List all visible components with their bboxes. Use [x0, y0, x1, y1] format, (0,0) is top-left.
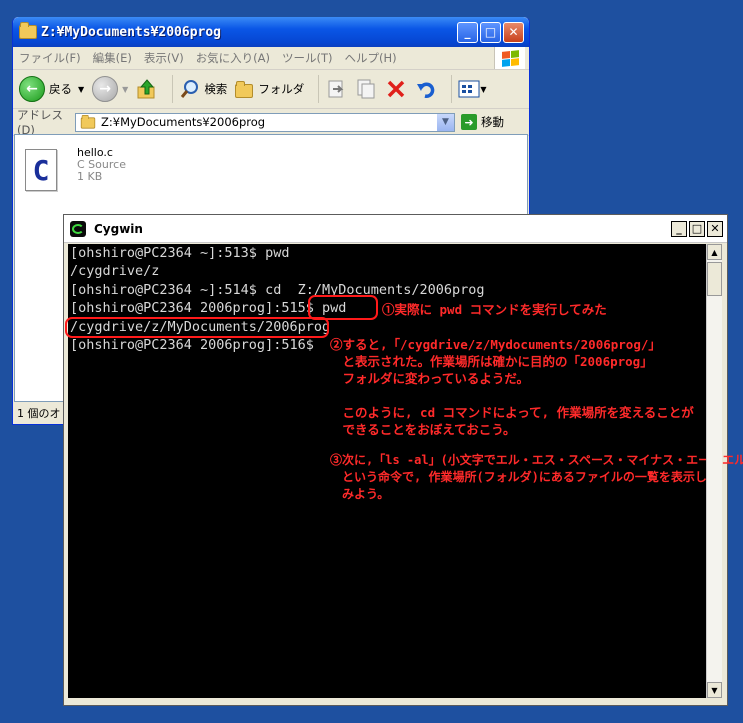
explorer-title: Z:¥MyDocuments¥2006prog: [41, 24, 222, 40]
undo-icon: [417, 82, 435, 98]
folder-icon: [19, 22, 37, 39]
search-label: 検索: [204, 82, 228, 96]
views-icon: [458, 80, 480, 98]
back-label: 戻る: [49, 82, 72, 96]
maximize-button[interactable]: □: [689, 220, 705, 237]
toolbar-separator: [318, 75, 320, 103]
cygwin-title: Cygwin: [94, 221, 143, 236]
folders-label: フォルダ: [258, 82, 305, 96]
up-folder-button[interactable]: [136, 78, 158, 100]
file-item[interactable]: C hello.c C Source 1 KB: [25, 147, 126, 191]
close-button[interactable]: ✕: [707, 220, 723, 237]
toolbar-separator: [172, 75, 174, 103]
search-icon: [181, 80, 199, 98]
scroll-up-icon[interactable]: ▲: [707, 244, 722, 260]
scroll-down-icon[interactable]: ▼: [707, 682, 722, 698]
delete-x-icon: [388, 80, 405, 98]
move-to-icon: [328, 80, 344, 98]
menu-help[interactable]: ヘルプ(H): [339, 50, 403, 66]
cygwin-titlebar[interactable]: Cygwin _ □ ✕: [64, 215, 727, 243]
cygwin-icon: [70, 220, 86, 237]
menu-file[interactable]: ファイル(F): [13, 50, 87, 66]
terminal-line: [ohshiro@PC2364 2006prog]:516$: [70, 337, 322, 353]
minimize-button[interactable]: _: [671, 220, 687, 237]
menu-view[interactable]: 表示(V): [138, 50, 190, 66]
move-to-button[interactable]: [325, 78, 347, 100]
terminal-output[interactable]: [ohshiro@PC2364 ~]:513$ pwd /cygdrive/z …: [65, 244, 743, 698]
up-folder-icon: [137, 79, 155, 99]
folders-button[interactable]: フォルダ: [235, 80, 304, 98]
go-label: 移動: [481, 115, 504, 129]
chevron-down-icon: ▼: [122, 84, 129, 94]
chevron-down-icon: ▼: [480, 84, 487, 94]
menu-edit[interactable]: 編集(E): [87, 50, 138, 66]
close-button[interactable]: ✕: [503, 21, 524, 43]
go-button[interactable]: ➜ 移動: [461, 114, 504, 130]
folder-icon: [235, 81, 254, 98]
file-size: 1 KB: [77, 170, 103, 183]
back-arrow-icon: ←: [19, 76, 45, 102]
annotation-2: ②すると,「/cygdrive/z/Mydocuments/2006prog/」…: [330, 337, 694, 437]
go-arrow-icon: ➜: [461, 114, 477, 130]
windows-logo-icon: [494, 47, 525, 69]
back-button[interactable]: ← 戻る ▼: [19, 76, 84, 102]
menu-bar: ファイル(F) 編集(E) 表示(V) お気に入り(A) ツール(T) ヘルプ(…: [13, 47, 529, 70]
forward-arrow-icon: →: [92, 76, 119, 102]
annotation-1: ①実際に pwd コマンドを実行してみた: [382, 302, 607, 317]
copy-to-button[interactable]: [355, 78, 377, 100]
maximize-button[interactable]: □: [480, 21, 501, 43]
menu-tools[interactable]: ツール(T): [276, 50, 339, 66]
path-highlight: [65, 317, 329, 338]
c-source-file-icon: C: [25, 149, 57, 191]
toolbar-separator: [451, 75, 453, 103]
forward-button[interactable]: → ▼: [92, 76, 128, 102]
toolbar: ← 戻る ▼ → ▼ 検索 フォルダ ▼: [13, 70, 529, 109]
menu-favorites[interactable]: お気に入り(A): [190, 50, 276, 66]
annotation-3: ③次に,「ls -al」(小文字でエル・エス・スペース・マイナス・エー・エル) …: [330, 453, 743, 501]
search-button[interactable]: 検索: [179, 78, 227, 100]
address-value: Z:¥MyDocuments¥2006prog: [101, 115, 266, 129]
terminal-scrollbar[interactable]: ▲ ▼: [706, 244, 722, 698]
views-button[interactable]: ▼: [458, 79, 486, 99]
chevron-down-icon: ▼: [78, 84, 85, 94]
folder-icon: [80, 115, 96, 129]
copy-to-icon: [357, 79, 375, 99]
address-input[interactable]: Z:¥MyDocuments¥2006prog ▼: [75, 112, 455, 132]
terminal-line: [ohshiro@PC2364 ~]:513$ pwd: [70, 245, 290, 261]
delete-button[interactable]: [385, 78, 407, 100]
explorer-titlebar[interactable]: Z:¥MyDocuments¥2006prog _ □ ✕: [13, 17, 529, 47]
minimize-button[interactable]: _: [457, 21, 478, 43]
address-label: アドレス(D): [17, 108, 63, 137]
terminal-line: [ohshiro@PC2364 2006prog]:515$ pwd: [70, 300, 347, 316]
status-text: 1 個のオ: [17, 407, 61, 420]
undo-button[interactable]: [415, 78, 437, 100]
terminal-line: /cygdrive/z: [70, 263, 160, 279]
chevron-down-icon[interactable]: ▼: [436, 113, 454, 131]
cygwin-window: Cygwin _ □ ✕ [ohshiro@PC2364 ~]:513$ pwd…: [63, 214, 743, 706]
address-bar: アドレス(D) Z:¥MyDocuments¥2006prog ▼ ➜ 移動: [13, 108, 529, 137]
scroll-thumb[interactable]: [707, 262, 722, 296]
terminal-line: [ohshiro@PC2364 ~]:514$ cd Z:/MyDocument…: [70, 282, 485, 298]
